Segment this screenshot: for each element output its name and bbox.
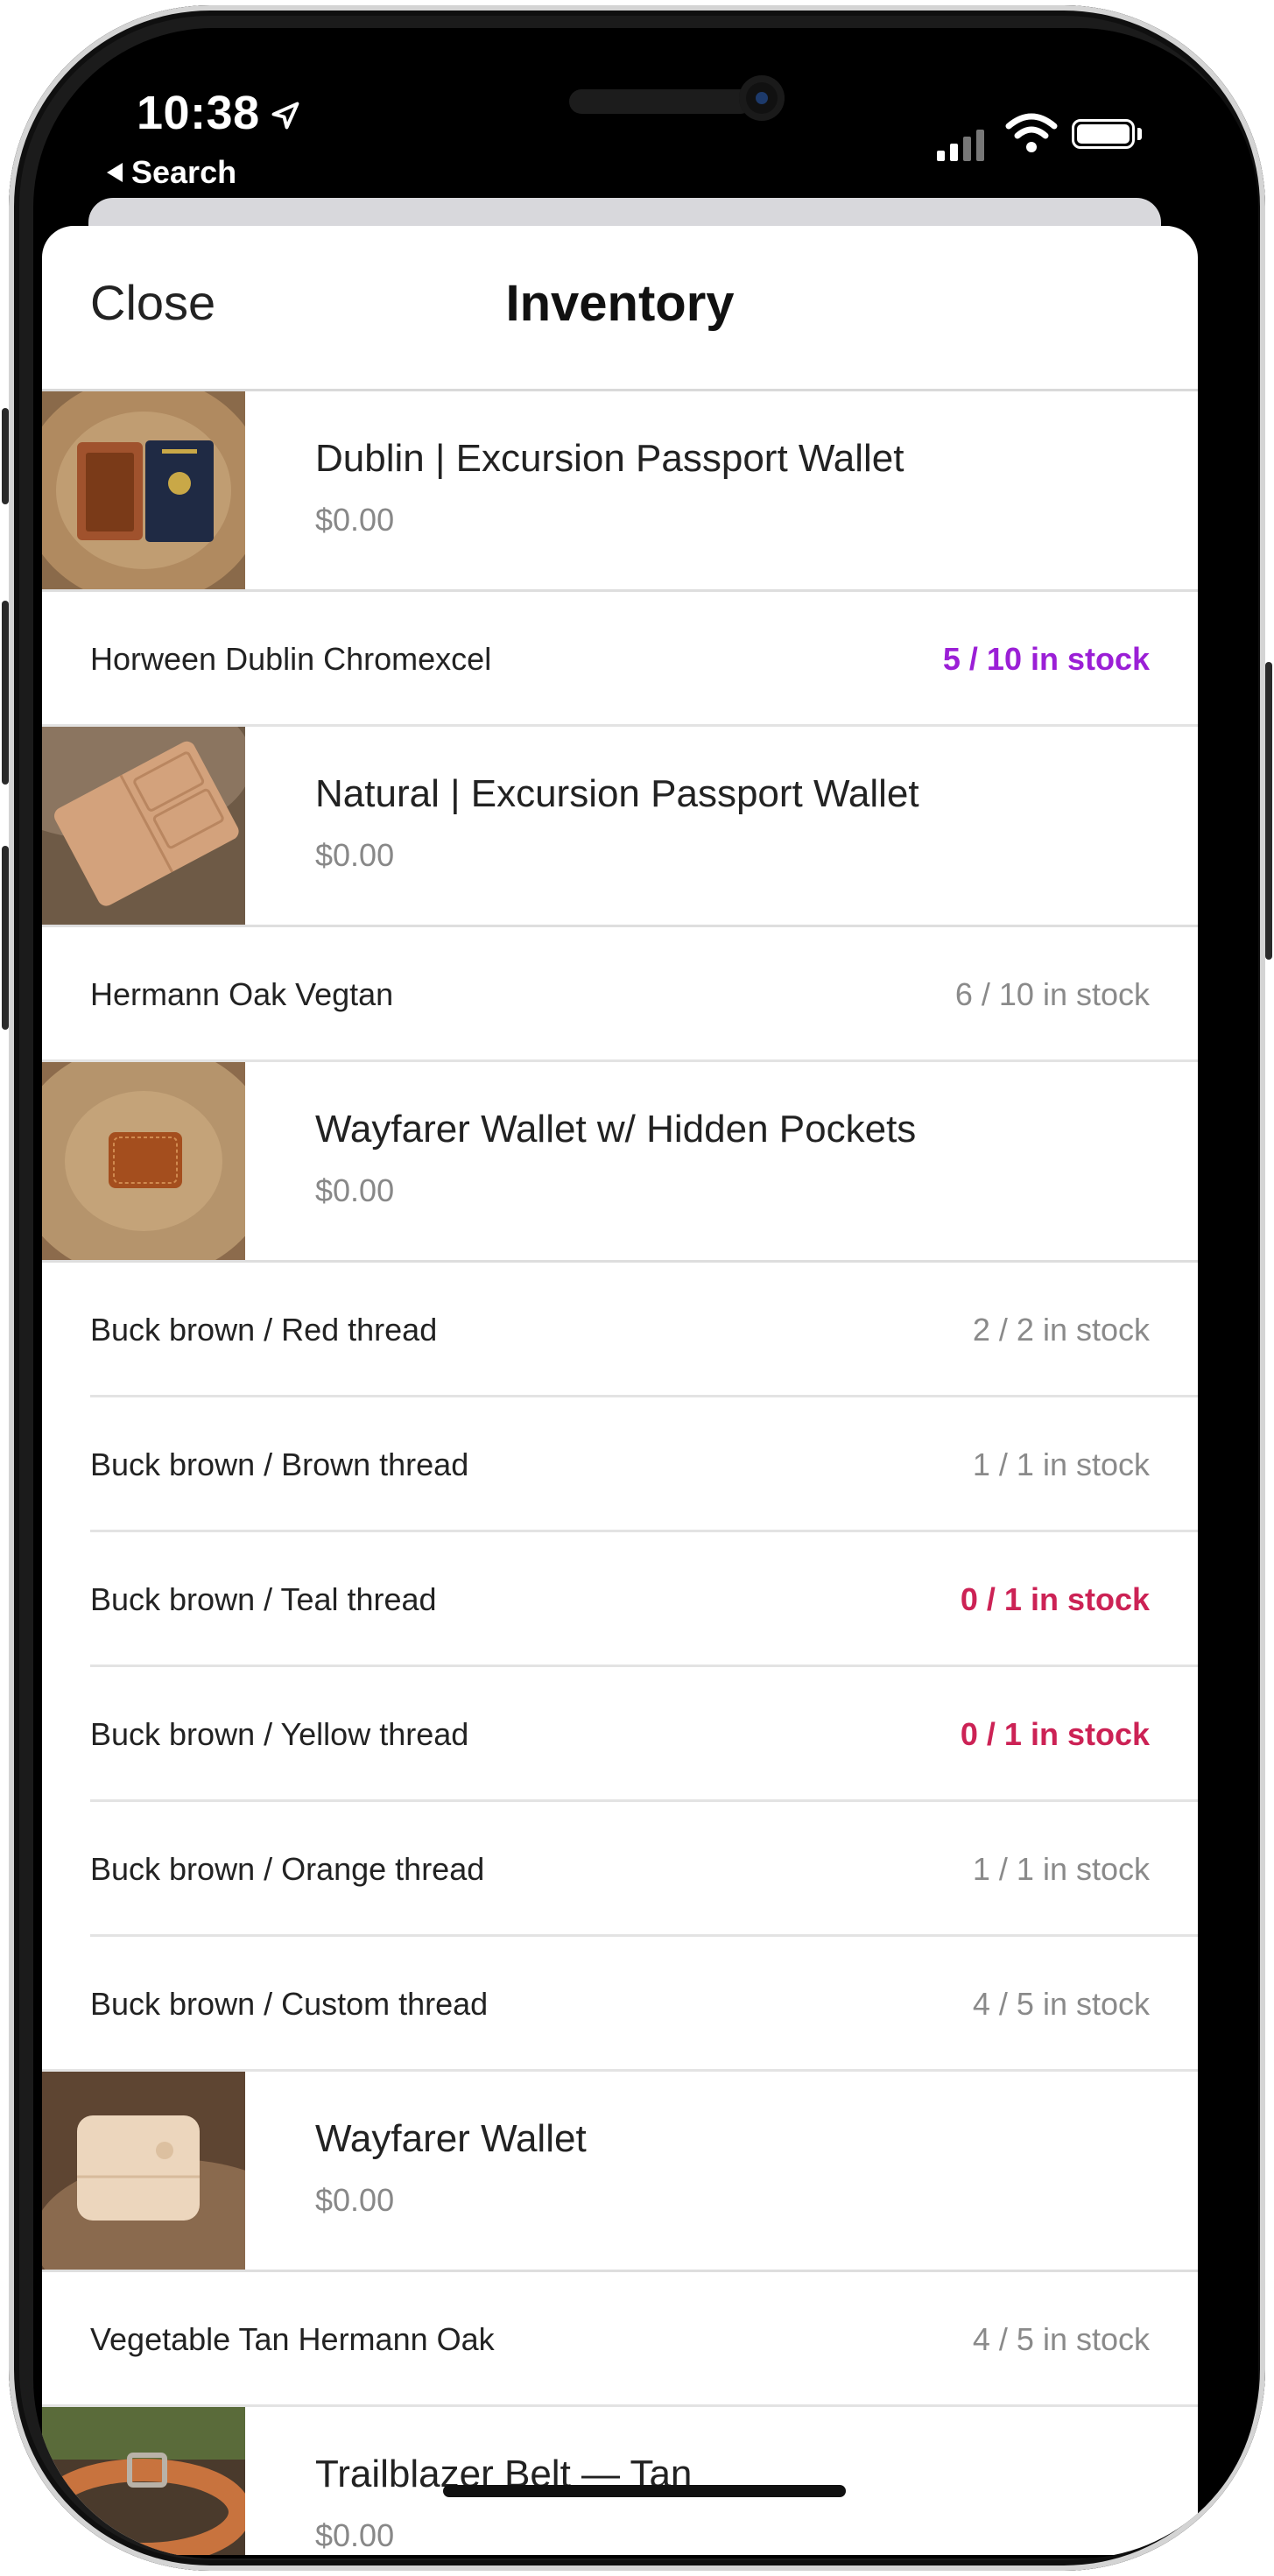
wifi-icon	[1005, 113, 1058, 152]
product-thumbnail	[42, 1062, 245, 1260]
volume-up-button	[2, 601, 9, 785]
product-row[interactable]: Wayfarer Wallet w/ Hidden Pockets $0.00	[42, 1062, 1198, 1263]
stock-count: 1 / 1 in stock	[972, 1851, 1150, 1887]
product-name: Wayfarer Wallet w/ Hidden Pockets	[315, 1108, 917, 1151]
mute-switch	[2, 408, 9, 504]
speaker-grille	[569, 89, 753, 114]
variant-row[interactable]: Horween Dublin Chromexcel 5 / 10 in stoc…	[42, 592, 1198, 727]
stock-count: 2 / 2 in stock	[972, 1312, 1150, 1348]
battery-icon	[1072, 119, 1135, 149]
variant-name: Buck brown / Orange thread	[90, 1851, 485, 1887]
stock-count: 0 / 1 in stock	[960, 1716, 1150, 1752]
stock-count: 1 / 1 in stock	[972, 1446, 1150, 1482]
back-triangle-icon	[107, 163, 123, 182]
screen: 10:38 Search Close Inventory Dublin | Ex…	[33, 28, 1258, 2558]
inventory-sheet: Close Inventory Dublin | Excursion Passp…	[42, 226, 1198, 2555]
product-price: $0.00	[315, 837, 395, 873]
back-to-search[interactable]: Search	[107, 154, 236, 191]
power-button	[1265, 662, 1272, 960]
product-row[interactable]: Wayfarer Wallet $0.00	[42, 2072, 1198, 2272]
page-title: Inventory	[505, 275, 735, 332]
product-price: $0.00	[315, 1172, 395, 1208]
location-arrow-icon	[271, 102, 299, 130]
product-price: $0.00	[315, 502, 395, 538]
stock-count: 4 / 5 in stock	[972, 2321, 1150, 2357]
variant-row[interactable]: Buck brown / Teal thread 0 / 1 in stock	[42, 1532, 1198, 1667]
variant-name: Vegetable Tan Hermann Oak	[90, 2321, 495, 2357]
product-row[interactable]: Trailblazer Belt — Tan $0.00	[42, 2407, 1198, 2555]
product-price: $0.00	[315, 2517, 395, 2553]
variant-name: Hermann Oak Vegtan	[90, 976, 394, 1012]
product-thumbnail	[42, 727, 245, 925]
product-price: $0.00	[315, 2182, 395, 2218]
variant-name: Buck brown / Custom thread	[90, 1986, 489, 2022]
stock-count: 4 / 5 in stock	[972, 1986, 1150, 2022]
cellular-signal-icon	[937, 130, 984, 161]
variant-row[interactable]: Vegetable Tan Hermann Oak 4 / 5 in stock	[42, 2272, 1198, 2407]
phone-frame: 10:38 Search Close Inventory Dublin | Ex…	[2, 5, 1272, 2571]
product-name: Natural | Excursion Passport Wallet	[315, 772, 919, 815]
variant-name: Buck brown / Teal thread	[90, 1581, 437, 1617]
product-thumbnail	[42, 2407, 245, 2555]
variant-row[interactable]: Buck brown / Custom thread 4 / 5 in stoc…	[42, 1937, 1198, 2072]
battery-cap	[1137, 128, 1142, 140]
variant-name: Buck brown / Yellow thread	[90, 1716, 469, 1752]
variant-name: Buck brown / Red thread	[90, 1312, 438, 1348]
product-row[interactable]: Natural | Excursion Passport Wallet $0.0…	[42, 727, 1198, 927]
variant-row[interactable]: Buck brown / Yellow thread 0 / 1 in stoc…	[42, 1667, 1198, 1802]
variant-row[interactable]: Buck brown / Red thread 2 / 2 in stock	[42, 1263, 1198, 1397]
variant-row[interactable]: Buck brown / Brown thread 1 / 1 in stock	[42, 1397, 1198, 1532]
home-indicator[interactable]	[443, 2485, 846, 2497]
variant-name: Buck brown / Brown thread	[90, 1446, 469, 1482]
back-label: Search	[131, 154, 237, 190]
variant-name: Horween Dublin Chromexcel	[90, 641, 492, 677]
volume-down-button	[2, 846, 9, 1030]
product-name: Dublin | Excursion Passport Wallet	[315, 437, 904, 480]
variant-row[interactable]: Hermann Oak Vegtan 6 / 10 in stock	[42, 927, 1198, 1062]
status-bar: 10:38 Search	[33, 28, 1258, 203]
clock: 10:38	[137, 87, 260, 139]
front-camera	[739, 75, 785, 121]
stock-count: 0 / 1 in stock	[960, 1581, 1150, 1617]
product-thumbnail	[42, 2072, 245, 2270]
sheet-header: Close Inventory	[42, 226, 1198, 391]
variant-row[interactable]: Buck brown / Orange thread 1 / 1 in stoc…	[42, 1802, 1198, 1937]
product-row[interactable]: Dublin | Excursion Passport Wallet $0.00	[42, 391, 1198, 592]
stock-count: 5 / 10 in stock	[942, 641, 1150, 677]
product-name: Wayfarer Wallet	[315, 2117, 587, 2160]
stock-count: 6 / 10 in stock	[954, 976, 1150, 1012]
product-thumbnail	[42, 391, 245, 589]
